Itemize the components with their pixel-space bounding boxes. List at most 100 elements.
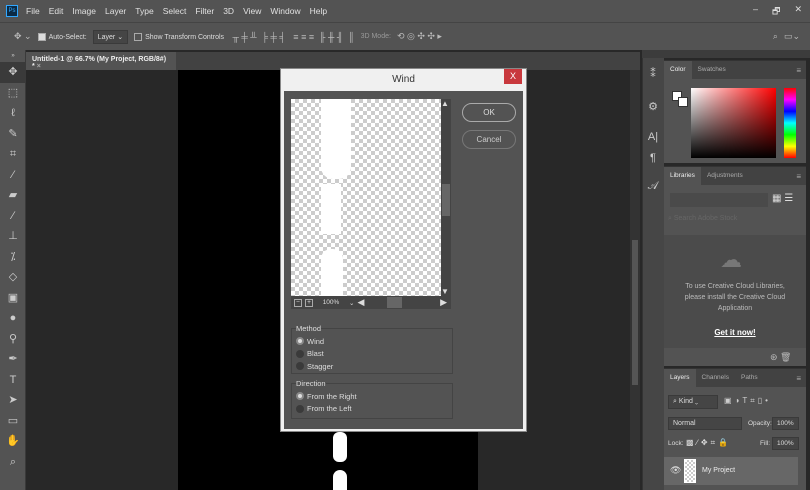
crop-tool-icon[interactable]: ⌗ xyxy=(0,144,26,165)
scroll-left-icon[interactable]: ◀ xyxy=(357,297,364,308)
properties-icon[interactable]: ⚙ xyxy=(643,97,663,118)
lock-icons[interactable]: ▩∕✥⌗🔒 xyxy=(686,438,731,448)
menu-select[interactable]: Select xyxy=(163,6,187,16)
hue-slider[interactable] xyxy=(784,88,796,158)
fill-label: Fill: xyxy=(760,440,771,447)
tab-swatches[interactable]: Swatches xyxy=(692,61,732,79)
3d-mode-icons[interactable]: ⟲ ◎ ✣ ✣ ▸ xyxy=(397,31,442,42)
zoom-tool-icon[interactable]: ⌕ xyxy=(0,452,26,473)
zoom-out-button[interactable]: − xyxy=(294,298,302,307)
auto-select-checkbox[interactable]: Auto-Select: xyxy=(37,32,87,41)
rectangle-tool-icon[interactable]: ▭ xyxy=(0,411,26,432)
method-blast-radio[interactable]: Blast xyxy=(296,348,448,361)
color-field[interactable] xyxy=(691,88,776,158)
menu-type[interactable]: Type xyxy=(135,6,153,16)
history-icon[interactable]: ⁑ xyxy=(643,64,663,85)
lasso-tool-icon[interactable]: ℓ xyxy=(0,103,26,124)
preview-vscrollbar[interactable]: ▲ ▼ xyxy=(441,99,451,296)
library-dropdown[interactable] xyxy=(670,193,768,207)
tab-libraries[interactable]: Libraries xyxy=(664,167,701,185)
method-stagger-radio[interactable]: Stagger xyxy=(296,360,448,373)
menu-3d[interactable]: 3D xyxy=(223,6,234,16)
opacity-label: Opacity: xyxy=(748,420,772,427)
scroll-right-icon[interactable]: ▶ xyxy=(440,297,447,308)
tab-channels[interactable]: Channels xyxy=(696,369,735,387)
menu-image[interactable]: Image xyxy=(72,6,96,16)
menu-filter[interactable]: Filter xyxy=(195,6,214,16)
direction-legend: Direction xyxy=(296,379,326,388)
filter-preview[interactable] xyxy=(291,99,441,296)
move-tool-icon[interactable]: ✥ xyxy=(0,62,26,83)
direction-left-radio[interactable]: From the Left xyxy=(296,403,448,416)
marquee-tool-icon[interactable]: ⬚ xyxy=(0,83,26,104)
collapse-icon[interactable]: » xyxy=(0,50,26,62)
healing-tool-icon[interactable]: ▰ xyxy=(0,185,26,206)
menu-layer[interactable]: Layer xyxy=(105,6,126,16)
pen-tool-icon[interactable]: ✒ xyxy=(0,349,26,370)
tab-color[interactable]: Color xyxy=(664,61,692,79)
dialog-close-button[interactable]: X xyxy=(504,69,522,84)
eraser-tool-icon[interactable]: ◇ xyxy=(0,267,26,288)
layer-filter-icons[interactable]: ▣◑T⌗▯• xyxy=(724,396,771,406)
menu-edit[interactable]: Edit xyxy=(49,6,64,16)
background-color-swatch[interactable] xyxy=(678,97,688,107)
menu-view[interactable]: View xyxy=(243,6,261,16)
creative-cloud-icon: ☁ xyxy=(720,247,742,272)
filter-kind-select[interactable]: ⌕ Kind ⌄ xyxy=(668,395,718,409)
close-tab-icon[interactable]: × xyxy=(37,63,41,70)
eyedropper-tool-icon[interactable]: ⁄ xyxy=(0,165,26,186)
dodge-tool-icon[interactable]: ⚲ xyxy=(0,329,26,350)
tab-adjustments[interactable]: Adjustments xyxy=(701,167,749,185)
zoom-dropdown-icon[interactable]: ⌄ xyxy=(349,299,354,307)
zoom-in-button[interactable]: + xyxy=(305,298,313,307)
menu-help[interactable]: Help xyxy=(310,6,327,16)
quick-select-tool-icon[interactable]: ✎ xyxy=(0,124,26,145)
get-it-now-link[interactable]: Get it now! xyxy=(664,328,806,337)
path-select-icon[interactable]: ➤ xyxy=(0,390,26,411)
ok-button[interactable]: OK xyxy=(462,103,516,122)
history-brush-icon[interactable]: ⁒ xyxy=(0,247,26,268)
stock-search-input[interactable]: ⌕ Search Adobe Stock xyxy=(668,215,737,223)
show-transform-label: Show Transform Controls xyxy=(145,33,225,41)
panel-menu-icon[interactable]: ≡ xyxy=(796,374,801,383)
show-transform-checkbox[interactable]: Show Transform Controls xyxy=(134,32,225,41)
layer-select[interactable]: Layer ⌄ xyxy=(92,29,129,44)
scrollbar-thumb[interactable] xyxy=(632,240,638,385)
zoom-level[interactable]: 100% xyxy=(316,299,346,306)
gradient-tool-icon[interactable]: ▣ xyxy=(0,288,26,309)
glyphs-icon[interactable]: 𝒜 xyxy=(643,176,663,197)
close-window-button[interactable]: ✕ xyxy=(794,4,802,20)
libraries-message: To use Creative Cloud Libraries, please … xyxy=(684,283,786,312)
opacity-input[interactable]: 100% xyxy=(772,417,799,430)
paragraph-icon[interactable]: ¶ xyxy=(643,148,663,169)
cancel-button[interactable]: Cancel xyxy=(462,130,516,149)
grid-view-icon[interactable]: ▦ ☰ xyxy=(772,193,793,204)
brush-tool-icon[interactable]: ∕ xyxy=(0,206,26,227)
menu-file[interactable]: File xyxy=(26,6,40,16)
stamp-tool-icon[interactable]: ⊥ xyxy=(0,226,26,247)
minimize-button[interactable]: – xyxy=(753,4,758,20)
layer-row[interactable]: 👁 My Project xyxy=(664,457,798,485)
panel-menu-icon[interactable]: ≡ xyxy=(796,172,801,181)
direction-right-radio[interactable]: From the Right xyxy=(296,390,448,403)
tab-layers[interactable]: Layers xyxy=(664,369,696,387)
type-tool-icon[interactable]: T xyxy=(0,370,26,391)
preview-hscroll-thumb[interactable] xyxy=(387,297,402,308)
align-icons[interactable]: ╥ ╪ ╨ ╞ ╪ ╡ ≡ ≡ ≡ ╟ ╫ ╢ ║ xyxy=(230,32,355,42)
library-footer-icons[interactable]: ⊛ 🗑 xyxy=(770,352,791,363)
fill-input[interactable]: 100% xyxy=(772,437,799,450)
method-wind-radio[interactable]: Wind xyxy=(296,335,448,348)
visibility-eye-icon[interactable]: 👁 xyxy=(670,465,681,476)
hand-tool-icon[interactable]: ✋ xyxy=(0,431,26,452)
move-tool-icon[interactable]: ✥ ⌄ xyxy=(14,31,32,42)
document-tab[interactable]: Untitled-1 @ 66.7% (My Project, RGB/8#) … xyxy=(26,52,176,70)
tab-paths[interactable]: Paths xyxy=(735,369,764,387)
panel-menu-icon[interactable]: ≡ xyxy=(796,66,801,75)
blend-mode-select[interactable]: Normal xyxy=(668,417,742,430)
menu-window[interactable]: Window xyxy=(270,6,300,16)
search-icon[interactable]: ⌕ xyxy=(773,31,778,42)
restore-button[interactable]: 🗗 xyxy=(772,4,780,20)
character-icon[interactable]: A| xyxy=(643,127,663,148)
workspace-icon[interactable]: ▭⌄ xyxy=(784,31,800,42)
blur-tool-icon[interactable]: ● xyxy=(0,308,26,329)
